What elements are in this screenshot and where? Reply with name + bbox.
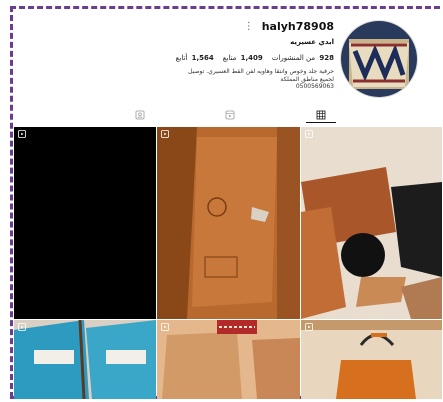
followers-stat[interactable]: 1,409 متابع xyxy=(223,54,263,62)
reel-icon xyxy=(305,323,313,331)
posts-stat[interactable]: 928 من المنشورات xyxy=(272,54,334,62)
username-row: halyh78908 ⋮ xyxy=(244,20,334,33)
posts-count: 928 xyxy=(319,54,334,62)
followers-label: متابع xyxy=(222,54,237,62)
post-tile[interactable] xyxy=(14,127,156,319)
woven-strap-image xyxy=(157,320,300,399)
reels-icon xyxy=(225,110,235,120)
posts-label: من المنشورات xyxy=(271,54,316,62)
frame-left-border xyxy=(10,6,13,398)
following-stat[interactable]: 1,564 أتابع xyxy=(176,54,214,62)
post-tile[interactable] xyxy=(14,320,156,399)
avatar-basket-icon xyxy=(341,21,417,97)
bio-phone: 0500569063 xyxy=(295,83,334,90)
username: halyh78908 xyxy=(261,20,334,33)
leather-goods-image xyxy=(301,127,442,319)
post-tile[interactable] xyxy=(157,320,300,399)
following-count: 1,564 xyxy=(191,54,214,62)
followers-count: 1,409 xyxy=(240,54,263,62)
bio: حرفية جلد وخوص وانتقا وهاويه لفن القط ال… xyxy=(144,68,334,91)
profile-tabs xyxy=(14,106,442,126)
tab-reels[interactable] xyxy=(222,108,238,122)
reel-icon xyxy=(18,323,26,331)
profile-stats: 928 من المنشورات 1,409 متابع 1,564 أتابع xyxy=(176,54,334,62)
reel-icon xyxy=(161,323,169,331)
profile-avatar[interactable] xyxy=(340,20,418,98)
posts-grid xyxy=(14,127,442,399)
post-tile[interactable] xyxy=(301,127,442,319)
following-label: أتابع xyxy=(175,54,188,62)
woven-basket-image xyxy=(301,320,442,399)
post-tile[interactable] xyxy=(157,127,300,319)
post-tile[interactable] xyxy=(301,320,442,399)
reel-icon xyxy=(305,130,313,138)
display-name: ابدي عسيريه xyxy=(290,38,334,46)
tab-tagged[interactable] xyxy=(132,108,148,122)
more-options-icon[interactable]: ⋮ xyxy=(244,21,254,32)
leather-envelope-image xyxy=(157,127,300,319)
bio-line: حرفية جلد وخوص وانتقا وهاويه لفن القط ال… xyxy=(188,68,334,75)
reel-icon xyxy=(161,130,169,138)
notebooks-image xyxy=(14,320,156,399)
reel-icon xyxy=(18,130,26,138)
grid-icon xyxy=(316,110,326,120)
tab-posts-grid[interactable] xyxy=(306,108,336,123)
bio-line: لجميع مناطق المملكة xyxy=(280,75,334,83)
tagged-icon xyxy=(135,110,145,120)
